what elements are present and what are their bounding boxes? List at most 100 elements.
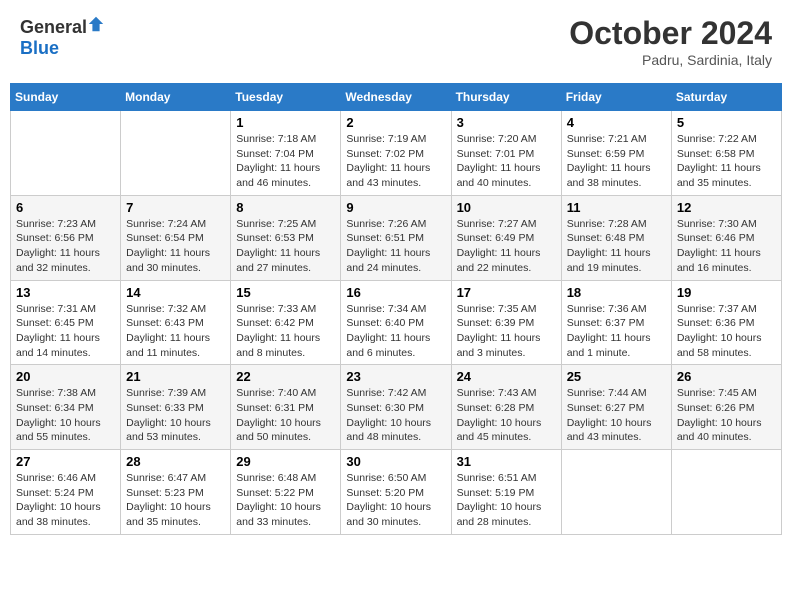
day-info: Sunrise: 7:42 AM Sunset: 6:30 PM Dayligh…: [346, 386, 445, 445]
calendar-cell: 4Sunrise: 7:21 AM Sunset: 6:59 PM Daylig…: [561, 111, 671, 196]
day-info: Sunrise: 7:19 AM Sunset: 7:02 PM Dayligh…: [346, 132, 445, 191]
day-number: 11: [567, 200, 666, 215]
logo-blue: Blue: [20, 38, 59, 58]
day-number: 27: [16, 454, 115, 469]
day-info: Sunrise: 7:36 AM Sunset: 6:37 PM Dayligh…: [567, 302, 666, 361]
day-number: 29: [236, 454, 335, 469]
day-info: Sunrise: 7:35 AM Sunset: 6:39 PM Dayligh…: [457, 302, 556, 361]
day-info: Sunrise: 7:28 AM Sunset: 6:48 PM Dayligh…: [567, 217, 666, 276]
day-number: 13: [16, 285, 115, 300]
weekday-header-friday: Friday: [561, 84, 671, 111]
day-info: Sunrise: 7:33 AM Sunset: 6:42 PM Dayligh…: [236, 302, 335, 361]
day-number: 31: [457, 454, 556, 469]
day-info: Sunrise: 7:27 AM Sunset: 6:49 PM Dayligh…: [457, 217, 556, 276]
calendar-cell: 14 Sunrise: 7:32 AM Sunset: 6:43 PM Dayli…: [121, 280, 231, 365]
calendar-cell: 3Sunrise: 7:20 AM Sunset: 7:01 PM Daylig…: [451, 111, 561, 196]
calendar-cell: 9 Sunrise: 7:26 AM Sunset: 6:51 PM Daylig…: [341, 195, 451, 280]
weekday-header-sunday: Sunday: [11, 84, 121, 111]
calendar-cell: [11, 111, 121, 196]
day-number: 1: [236, 115, 335, 130]
day-number: 18: [567, 285, 666, 300]
calendar-cell: 21Sunrise: 7:39 AM Sunset: 6:33 PM Dayli…: [121, 365, 231, 450]
calendar-cell: 5Sunrise: 7:22 AM Sunset: 6:58 PM Daylig…: [671, 111, 781, 196]
day-info: Sunrise: 7:40 AM Sunset: 6:31 PM Dayligh…: [236, 386, 335, 445]
calendar-cell: 20Sunrise: 7:38 AM Sunset: 6:34 PM Dayli…: [11, 365, 121, 450]
page-header: General Blue October 2024 Padru, Sardini…: [10, 10, 782, 73]
day-info: Sunrise: 7:45 AM Sunset: 6:26 PM Dayligh…: [677, 386, 776, 445]
calendar-cell: 24 Sunrise: 7:43 AM Sunset: 6:28 PM Dayli…: [451, 365, 561, 450]
day-number: 12: [677, 200, 776, 215]
day-info: Sunrise: 7:37 AM Sunset: 6:36 PM Dayligh…: [677, 302, 776, 361]
weekday-header-wednesday: Wednesday: [341, 84, 451, 111]
day-info: Sunrise: 7:20 AM Sunset: 7:01 PM Dayligh…: [457, 132, 556, 191]
calendar-cell: 12 Sunrise: 7:30 AM Sunset: 6:46 PM Dayli…: [671, 195, 781, 280]
day-info: Sunrise: 6:48 AM Sunset: 5:22 PM Dayligh…: [236, 471, 335, 530]
day-number: 21: [126, 369, 225, 384]
calendar-cell: 29 Sunrise: 6:48 AM Sunset: 5:22 PM Dayli…: [231, 450, 341, 535]
day-number: 26: [677, 369, 776, 384]
calendar-cell: 22 Sunrise: 7:40 AM Sunset: 6:31 PM Dayli…: [231, 365, 341, 450]
calendar-cell: 15 Sunrise: 7:33 AM Sunset: 6:42 PM Dayli…: [231, 280, 341, 365]
logo: General Blue: [20, 15, 105, 59]
day-number: 4: [567, 115, 666, 130]
day-info: Sunrise: 7:32 AM Sunset: 6:43 PM Dayligh…: [126, 302, 225, 361]
calendar-cell: 28 Sunrise: 6:47 AM Sunset: 5:23 PM Dayli…: [121, 450, 231, 535]
day-info: Sunrise: 7:30 AM Sunset: 6:46 PM Dayligh…: [677, 217, 776, 276]
day-info: Sunrise: 7:44 AM Sunset: 6:27 PM Dayligh…: [567, 386, 666, 445]
day-info: Sunrise: 7:25 AM Sunset: 6:53 PM Dayligh…: [236, 217, 335, 276]
day-info: Sunrise: 7:18 AM Sunset: 7:04 PM Dayligh…: [236, 132, 335, 191]
calendar-cell: 19 Sunrise: 7:37 AM Sunset: 6:36 PM Dayli…: [671, 280, 781, 365]
calendar-cell: 13 Sunrise: 7:31 AM Sunset: 6:45 PM Dayli…: [11, 280, 121, 365]
day-number: 24: [457, 369, 556, 384]
calendar-cell: 1 Sunrise: 7:18 AM Sunset: 7:04 PM Daylig…: [231, 111, 341, 196]
day-number: 28: [126, 454, 225, 469]
day-number: 15: [236, 285, 335, 300]
calendar-cell: 2 Sunrise: 7:19 AM Sunset: 7:02 PM Daylig…: [341, 111, 451, 196]
day-number: 9: [346, 200, 445, 215]
calendar-cell: 31Sunrise: 6:51 AM Sunset: 5:19 PM Dayli…: [451, 450, 561, 535]
day-number: 10: [457, 200, 556, 215]
day-info: Sunrise: 7:26 AM Sunset: 6:51 PM Dayligh…: [346, 217, 445, 276]
calendar-table: SundayMondayTuesdayWednesdayThursdayFrid…: [10, 83, 782, 535]
day-number: 30: [346, 454, 445, 469]
day-number: 22: [236, 369, 335, 384]
day-number: 6: [16, 200, 115, 215]
calendar-cell: [671, 450, 781, 535]
logo-text: General Blue: [20, 15, 105, 59]
calendar-cell: 27Sunrise: 6:46 AM Sunset: 5:24 PM Dayli…: [11, 450, 121, 535]
calendar-cell: 23 Sunrise: 7:42 AM Sunset: 6:30 PM Dayli…: [341, 365, 451, 450]
day-number: 8: [236, 200, 335, 215]
calendar-cell: [561, 450, 671, 535]
calendar-cell: 16Sunrise: 7:34 AM Sunset: 6:40 PM Dayli…: [341, 280, 451, 365]
calendar-cell: 18 Sunrise: 7:36 AM Sunset: 6:37 PM Dayli…: [561, 280, 671, 365]
day-info: Sunrise: 6:47 AM Sunset: 5:23 PM Dayligh…: [126, 471, 225, 530]
logo-general: General: [20, 17, 87, 37]
calendar-cell: 30 Sunrise: 6:50 AM Sunset: 5:20 PM Dayli…: [341, 450, 451, 535]
calendar-cell: 10 Sunrise: 7:27 AM Sunset: 6:49 PM Dayli…: [451, 195, 561, 280]
day-info: Sunrise: 7:23 AM Sunset: 6:56 PM Dayligh…: [16, 217, 115, 276]
calendar-cell: [121, 111, 231, 196]
day-number: 7: [126, 200, 225, 215]
calendar-cell: 25 Sunrise: 7:44 AM Sunset: 6:27 PM Dayli…: [561, 365, 671, 450]
calendar-cell: 17Sunrise: 7:35 AM Sunset: 6:39 PM Dayli…: [451, 280, 561, 365]
day-info: Sunrise: 7:38 AM Sunset: 6:34 PM Dayligh…: [16, 386, 115, 445]
logo-icon: [87, 15, 105, 33]
day-number: 14: [126, 285, 225, 300]
day-info: Sunrise: 7:31 AM Sunset: 6:45 PM Dayligh…: [16, 302, 115, 361]
calendar-cell: 8 Sunrise: 7:25 AM Sunset: 6:53 PM Daylig…: [231, 195, 341, 280]
day-number: 23: [346, 369, 445, 384]
weekday-header-thursday: Thursday: [451, 84, 561, 111]
day-info: Sunrise: 6:50 AM Sunset: 5:20 PM Dayligh…: [346, 471, 445, 530]
day-info: Sunrise: 7:43 AM Sunset: 6:28 PM Dayligh…: [457, 386, 556, 445]
weekday-header-monday: Monday: [121, 84, 231, 111]
weekday-header-tuesday: Tuesday: [231, 84, 341, 111]
day-number: 25: [567, 369, 666, 384]
calendar-cell: 7 Sunrise: 7:24 AM Sunset: 6:54 PM Daylig…: [121, 195, 231, 280]
calendar-cell: 11 Sunrise: 7:28 AM Sunset: 6:48 PM Dayli…: [561, 195, 671, 280]
weekday-header-saturday: Saturday: [671, 84, 781, 111]
day-info: Sunrise: 7:24 AM Sunset: 6:54 PM Dayligh…: [126, 217, 225, 276]
day-number: 19: [677, 285, 776, 300]
month-title: October 2024: [569, 15, 772, 52]
day-info: Sunrise: 7:34 AM Sunset: 6:40 PM Dayligh…: [346, 302, 445, 361]
day-number: 2: [346, 115, 445, 130]
